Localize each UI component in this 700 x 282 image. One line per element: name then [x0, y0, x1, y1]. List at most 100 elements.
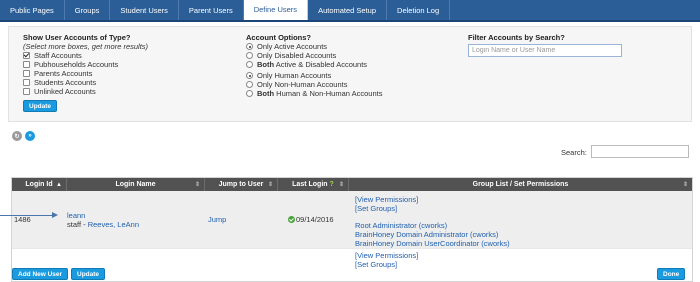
radio-label: Only Disabled Accounts [257, 51, 337, 60]
table-row: 1486 leann staff - Reeves, LeAnn Jump 09… [12, 191, 692, 249]
tab-groups[interactable]: Groups [65, 0, 111, 20]
update-filters-button[interactable]: Update [23, 100, 58, 112]
checkbox[interactable] [23, 70, 30, 77]
table-header: Login Id ▲ Login Name ⇕ Jump to User ⇕ Last… [12, 178, 692, 191]
user-type-text: staff - [67, 220, 88, 229]
cell-last-login [278, 249, 349, 281]
staff-accounts-checkbox[interactable]: Staff Accounts [23, 51, 148, 60]
checkbox-checked[interactable] [23, 52, 30, 59]
set-groups-link[interactable]: [Set Groups] [355, 260, 692, 269]
radio[interactable] [246, 90, 253, 97]
account-types-subtitle: (Select more boxes, get more results) [23, 42, 149, 51]
header-label: Login Id [25, 181, 53, 188]
tab-automated-setup[interactable]: Automated Setup [308, 0, 388, 20]
add-new-user-button[interactable]: Add New User [12, 268, 69, 280]
only-active-radio[interactable]: Only Active Accounts [246, 42, 382, 51]
header-jump-to-user[interactable]: Jump to User ⇕ [205, 178, 278, 191]
user-name-link[interactable]: Reeves, LeAnn [88, 220, 139, 229]
search-label: Search: [561, 148, 587, 157]
tab-define-users[interactable]: Define Users [243, 0, 309, 20]
checkbox[interactable] [23, 79, 30, 86]
annotation-arrow-line [0, 215, 56, 216]
cell-group-list: [View Permissions] [Set Groups] [349, 249, 692, 281]
table-row: [View Permissions] [Set Groups] [12, 249, 692, 281]
header-login-id[interactable]: Login Id ▲ [12, 178, 67, 191]
only-non-human-radio[interactable]: Only Non-Human Accounts [246, 80, 382, 89]
account-types-title: Show User Accounts of Type? [23, 33, 131, 42]
only-human-radio[interactable]: Only Human Accounts [246, 71, 382, 80]
main-tab-bar: Public Pages Groups Student Users Parent… [0, 0, 700, 22]
group-link[interactable]: BrainHoney Domain Administrator (cworks) [355, 230, 692, 239]
account-options-section: Account Options? Only Active Accounts On… [246, 33, 382, 98]
view-permissions-link[interactable]: [View Permissions] [355, 251, 692, 260]
last-login-value: 09/14/2016 [296, 215, 334, 224]
set-groups-link[interactable]: [Set Groups] [355, 204, 692, 213]
sort-icon: ⇕ [267, 182, 273, 188]
account-options-title: Account Options? [246, 33, 311, 42]
radio-label: Only Active Accounts [257, 42, 328, 51]
radio-label: Only Non-Human Accounts [257, 80, 348, 89]
tab-student-users[interactable]: Student Users [110, 0, 179, 20]
radio-selected[interactable] [246, 72, 253, 79]
filter-accounts-input[interactable] [468, 44, 622, 57]
cell-login-name: leann staff - Reeves, LeAnn [67, 191, 205, 248]
sort-icon: ⇕ [338, 182, 344, 188]
tab-parent-users[interactable]: Parent Users [179, 0, 244, 20]
header-label: Login Name [115, 181, 156, 188]
header-last-login[interactable]: Last Login? ⇕ [278, 178, 349, 191]
login-id-value: 1486 [14, 215, 31, 224]
filter-section: Filter Accounts by Search? [468, 33, 622, 57]
annotation-arrow-icon [52, 212, 58, 218]
only-disabled-radio[interactable]: Only Disabled Accounts [246, 51, 382, 60]
unlinked-accounts-checkbox[interactable]: Unlinked Accounts [23, 87, 148, 96]
group-link[interactable]: Root Administrator (cworks) [355, 221, 692, 230]
both-human-non-human-radio[interactable]: Both Human & Non-Human Accounts [246, 89, 382, 98]
radio-label-bold: Both [257, 89, 275, 98]
sort-icon: ⇕ [682, 182, 688, 188]
header-label: Last Login [292, 181, 328, 188]
header-group-list[interactable]: Group List / Set Permissions ⇕ [349, 178, 692, 191]
cell-last-login: 09/14/2016 [278, 191, 349, 248]
tab-public-pages[interactable]: Public Pages [0, 0, 65, 20]
search-input[interactable] [591, 145, 689, 158]
refresh-icon[interactable]: ↻ [12, 131, 22, 141]
help-icon[interactable]: ? [330, 181, 334, 188]
export-icon[interactable]: » [25, 131, 35, 141]
login-name-link[interactable]: leann [67, 211, 139, 220]
checkbox[interactable] [23, 61, 30, 68]
jump-link[interactable]: Jump [208, 215, 226, 224]
options-panel: Show User Accounts of Type? (Select more… [8, 26, 692, 122]
header-login-name[interactable]: Login Name ⇕ [67, 178, 205, 191]
pubhouseholds-accounts-checkbox[interactable]: Pubhouseholds Accounts [23, 60, 148, 69]
radio[interactable] [246, 61, 253, 68]
filter-title: Filter Accounts by Search? [468, 33, 565, 42]
tab-deletion-log[interactable]: Deletion Log [387, 0, 451, 20]
done-button[interactable]: Done [657, 268, 686, 280]
radio-label: Human & Non-Human Accounts [274, 89, 383, 98]
group-link[interactable]: BrainHoney Domain UserCoordinator (cwork… [355, 239, 692, 248]
header-label: Jump to User [218, 181, 264, 188]
cell-jump [205, 249, 278, 281]
radio-label-bold: Both [257, 60, 275, 69]
students-accounts-checkbox[interactable]: Students Accounts [23, 78, 148, 87]
radio[interactable] [246, 81, 253, 88]
account-types-section: Show User Accounts of Type? (Select more… [23, 33, 148, 112]
both-active-disabled-radio[interactable]: Both Active & Disabled Accounts [246, 60, 382, 69]
checkbox-label: Students Accounts [34, 78, 97, 87]
parents-accounts-checkbox[interactable]: Parents Accounts [23, 69, 148, 78]
checkbox-label: Parents Accounts [34, 69, 93, 78]
users-table: Login Id ▲ Login Name ⇕ Jump to User ⇕ Last… [11, 177, 693, 282]
radio-selected[interactable] [246, 43, 253, 50]
update-button[interactable]: Update [71, 268, 106, 280]
radio[interactable] [246, 52, 253, 59]
checkbox[interactable] [23, 88, 30, 95]
checkbox-label: Pubhouseholds Accounts [34, 60, 119, 69]
active-check-icon [288, 216, 295, 223]
cell-login-id: 1486 [12, 191, 67, 248]
checkbox-label: Unlinked Accounts [34, 87, 96, 96]
radio-label: Active & Disabled Accounts [274, 60, 368, 69]
checkbox-label: Staff Accounts [34, 51, 82, 60]
header-label: Group List / Set Permissions [472, 181, 569, 188]
sort-asc-icon: ▲ [56, 181, 62, 188]
view-permissions-link[interactable]: [View Permissions] [355, 195, 692, 204]
